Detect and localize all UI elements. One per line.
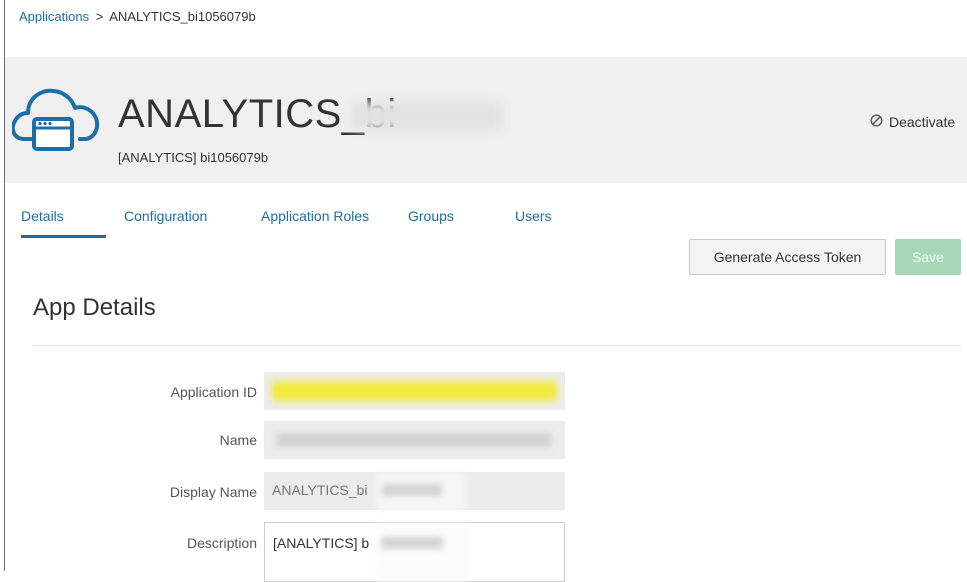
active-tab-indicator — [21, 235, 106, 238]
breadcrumb-separator: > — [95, 9, 104, 24]
description-label: Description — [186, 535, 257, 551]
breadcrumb: Applications > ANALYTICS_bi1056079b — [19, 9, 256, 24]
application-id-label: Application ID — [170, 384, 257, 400]
redacted-description-suffix — [381, 537, 443, 549]
redacted-application-id — [272, 381, 557, 401]
app-subtitle: [ANALYTICS] bi1056079b — [118, 150, 269, 165]
ban-icon — [870, 114, 883, 130]
redaction-veil — [377, 523, 467, 581]
cloud-app-icon — [10, 81, 102, 151]
description-value: [ANALYTICS] b — [273, 535, 370, 551]
save-button[interactable]: Save — [895, 239, 961, 275]
deactivate-label: Deactivate — [889, 114, 956, 130]
display-name-field[interactable]: ANALYTICS_bi — [264, 472, 565, 510]
tab-configuration[interactable]: Configuration — [124, 208, 207, 224]
tab-details[interactable]: Details — [21, 208, 64, 224]
application-id-field[interactable] — [264, 372, 565, 410]
name-field[interactable] — [264, 421, 565, 459]
tab-groups[interactable]: Groups — [408, 208, 454, 224]
deactivate-button[interactable]: Deactivate — [870, 114, 955, 130]
description-field[interactable]: [ANALYTICS] b — [264, 522, 565, 582]
redacted-name — [276, 433, 552, 447]
generate-access-token-button[interactable]: Generate Access Token — [689, 239, 886, 275]
redacted-title-suffix — [352, 102, 502, 130]
name-label: Name — [219, 432, 257, 448]
tab-users[interactable]: Users — [515, 208, 552, 224]
breadcrumb-current: ANALYTICS_bi1056079b — [109, 9, 256, 24]
breadcrumb-applications-link[interactable]: Applications — [19, 9, 89, 24]
display-name-value: ANALYTICS_bi — [272, 482, 368, 498]
tab-application-roles[interactable]: Application Roles — [261, 208, 369, 224]
section-divider — [33, 345, 961, 346]
display-name-label: Display Name — [169, 484, 257, 500]
redacted-display-name-suffix — [382, 484, 442, 496]
section-title: App Details — [33, 294, 156, 321]
